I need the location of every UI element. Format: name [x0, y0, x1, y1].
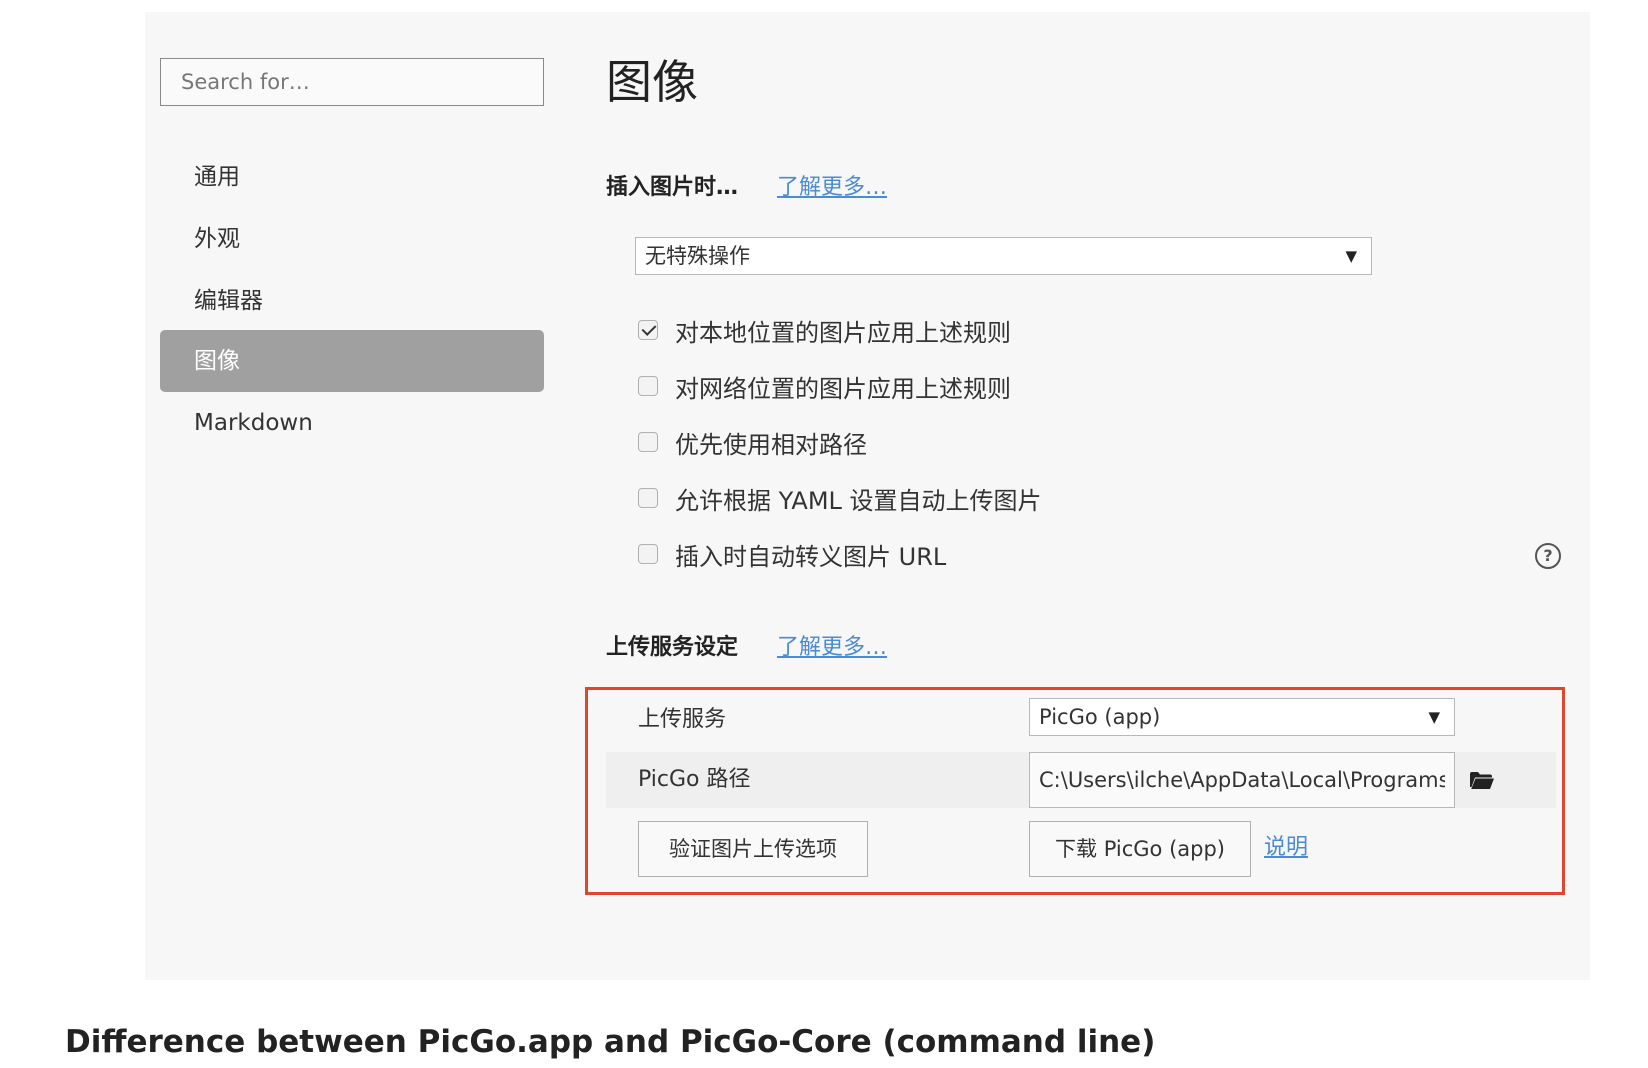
caption: Difference between PicGo.app and PicGo-C…	[65, 1024, 1156, 1060]
option-relative-path[interactable]: 优先使用相对路径	[638, 424, 867, 460]
highlight-box	[585, 687, 1565, 895]
insert-learn-more-link[interactable]: 了解更多…	[777, 172, 887, 204]
dropdown-arrow-icon: ▼	[1345, 247, 1357, 265]
option-network-images[interactable]: 对网络位置的图片应用上述规则	[638, 368, 1011, 404]
upload-section-heading: 上传服务设定	[606, 635, 739, 660]
option-yaml-upload[interactable]: 允许根据 YAML 设置自动上传图片	[638, 480, 1042, 516]
checkbox-network-images[interactable]	[638, 376, 658, 396]
option-label: 插入时自动转义图片 URL	[675, 542, 947, 571]
checkbox-escape-url[interactable]	[638, 544, 658, 564]
search-input[interactable]	[160, 58, 544, 106]
checkbox-relative-path[interactable]	[638, 432, 658, 452]
sidebar-item-image[interactable]: 图像	[160, 330, 544, 392]
option-local-images[interactable]: 对本地位置的图片应用上述规则	[638, 312, 1011, 348]
option-label: 允许根据 YAML 设置自动上传图片	[675, 486, 1042, 515]
insert-section-heading: 插入图片时…	[606, 175, 739, 200]
sidebar-item-editor[interactable]: 编辑器	[160, 270, 544, 332]
sidebar-item-general[interactable]: 通用	[160, 146, 544, 208]
checkbox-local-images[interactable]	[638, 320, 658, 340]
option-label: 对网络位置的图片应用上述规则	[675, 374, 1011, 403]
upload-learn-more-link[interactable]: 了解更多…	[777, 632, 887, 664]
option-label: 对本地位置的图片应用上述规则	[675, 318, 1011, 347]
sidebar-item-appearance[interactable]: 外观	[160, 208, 544, 270]
page-title: 图像	[606, 55, 698, 109]
checkbox-yaml-upload[interactable]	[638, 488, 658, 508]
insert-action-select-value: 无特殊操作	[645, 244, 750, 268]
help-icon[interactable]: ?	[1535, 543, 1561, 569]
option-label: 优先使用相对路径	[675, 430, 867, 459]
option-escape-url[interactable]: 插入时自动转义图片 URL	[638, 536, 946, 572]
insert-action-select[interactable]: 无特殊操作 ▼	[635, 237, 1372, 275]
sidebar-item-markdown[interactable]: Markdown	[160, 392, 544, 454]
